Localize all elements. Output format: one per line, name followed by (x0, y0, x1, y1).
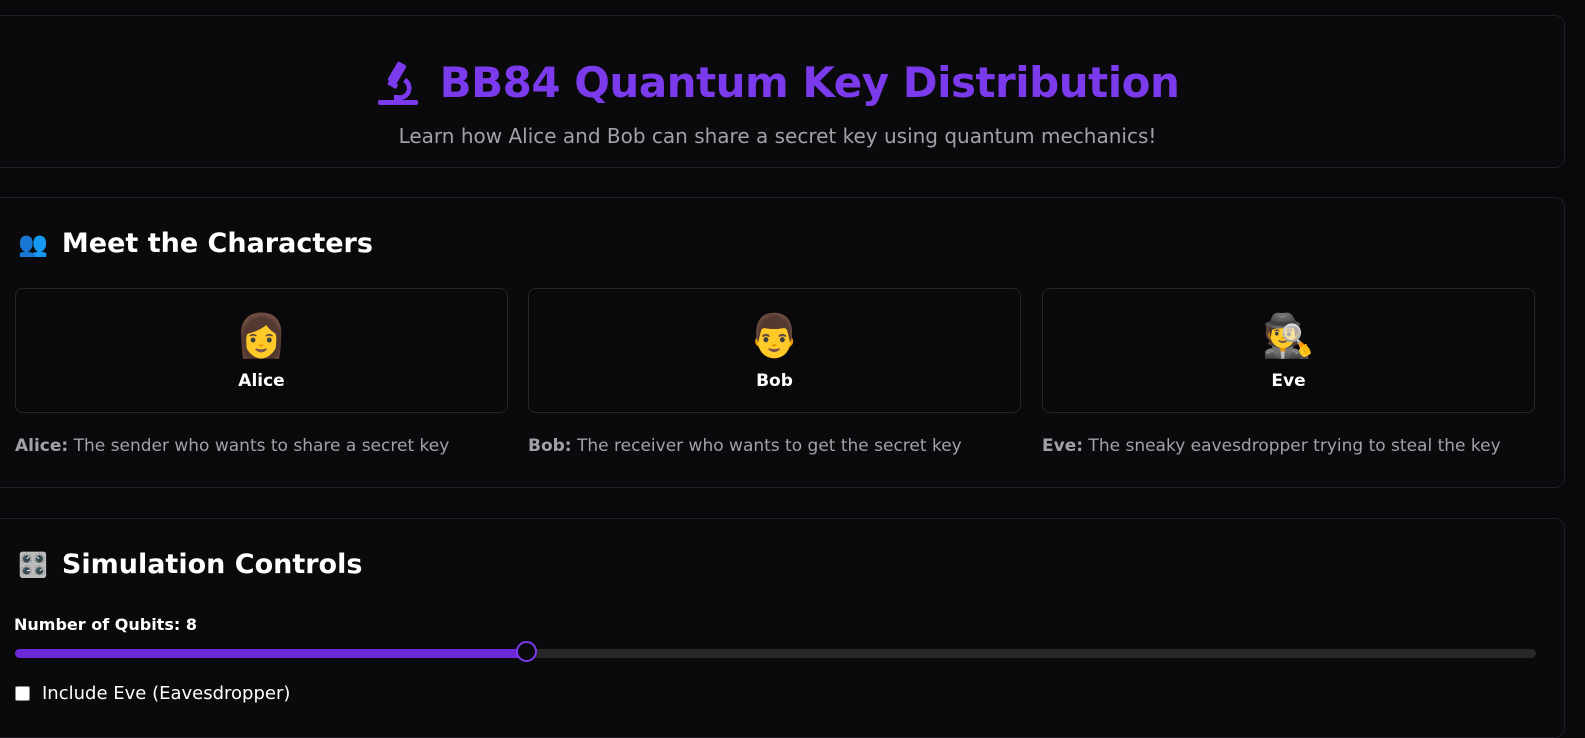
eve-desc-name: Eve: (1042, 436, 1084, 456)
alice-desc-name: Alice: (15, 436, 69, 456)
alice-desc-text: The sender who wants to share a secret k… (68, 436, 450, 456)
bob-name: Bob (756, 371, 793, 391)
include-eve-option[interactable]: Include Eve (Eavesdropper) (15, 683, 290, 704)
eve-name: Eve (1271, 371, 1306, 391)
characters-title: Meet the Characters (61, 228, 373, 259)
characters-heading: 👥 Meet the Characters (18, 228, 373, 259)
include-eve-label: Include Eve (Eavesdropper) (42, 683, 291, 704)
bob-desc-text: The receiver who wants to get the secret… (571, 436, 962, 456)
eve-description: Eve: The sneaky eavesdropper trying to s… (1042, 436, 1501, 456)
alice-icon: 👩 (235, 311, 288, 360)
alice-description: Alice: The sender who wants to share a s… (15, 436, 449, 456)
controls-panel: 🎛️ Simulation Controls Number of Qubits:… (0, 518, 1565, 738)
bob-desc-name: Bob: (528, 436, 572, 456)
microscope-icon (377, 61, 418, 105)
people-icon: 👥 (18, 229, 48, 258)
alice-card: 👩 Alice (15, 288, 508, 413)
eve-desc-text: The sneaky eavesdropper trying to steal … (1083, 436, 1501, 456)
page-subtitle: Learn how Alice and Bob can share a secr… (398, 124, 1157, 148)
controls-heading: 🎛️ Simulation Controls (18, 549, 362, 580)
qubits-slider[interactable] (15, 641, 1536, 662)
bob-icon: 👨 (748, 311, 801, 360)
bob-description: Bob: The receiver who wants to get the s… (528, 436, 962, 456)
qubits-slider-fill (15, 649, 527, 658)
include-eve-checkbox[interactable] (15, 686, 30, 701)
qubits-slider-thumb[interactable] (516, 641, 538, 662)
header-panel: BB84 Quantum Key Distribution Learn how … (0, 15, 1565, 168)
detective-icon: 🕵️ (1262, 311, 1315, 360)
title-row: BB84 Quantum Key Distribution (0, 60, 1564, 106)
page-title: BB84 Quantum Key Distribution (439, 58, 1180, 107)
qubits-label: Number of Qubits: 8 (14, 615, 197, 634)
bob-card: 👨 Bob (528, 288, 1021, 413)
controls-title: Simulation Controls (61, 549, 363, 580)
characters-panel: 👥 Meet the Characters 👩 Alice 👨 Bob 🕵️ E… (0, 197, 1565, 488)
alice-name: Alice (238, 371, 285, 391)
control-knobs-icon: 🎛️ (18, 550, 48, 579)
eve-card: 🕵️ Eve (1042, 288, 1535, 413)
